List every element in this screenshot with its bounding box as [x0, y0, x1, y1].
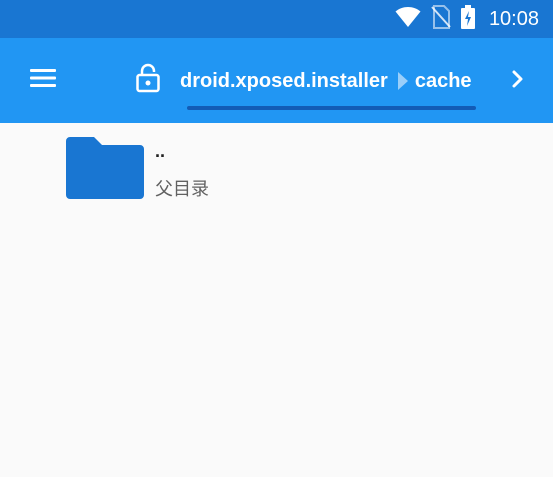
toolbar: droid.xposed.installer cache [0, 38, 553, 123]
status-time: 10:08 [488, 8, 539, 30]
battery-charging-icon [460, 4, 475, 34]
no-sim-icon [431, 4, 451, 34]
wifi-icon [395, 6, 421, 33]
forward-button[interactable] [503, 66, 533, 96]
breadcrumb-scrollbar[interactable] [187, 106, 476, 110]
breadcrumb-item-package[interactable]: droid.xposed.installer [180, 66, 388, 96]
lock-icon [136, 63, 160, 98]
status-icons: 10:08 [395, 4, 539, 34]
menu-icon [30, 68, 56, 93]
breadcrumb-separator-icon [397, 72, 408, 90]
item-description: 父目录 [155, 179, 209, 199]
list-item-parent-directory[interactable]: .. 父目录 [0, 123, 553, 213]
menu-button[interactable] [24, 64, 62, 96]
breadcrumb: droid.xposed.installer cache [180, 66, 472, 96]
breadcrumb-item-cache[interactable]: cache [415, 66, 472, 96]
file-list: .. 父目录 [0, 123, 553, 477]
chevron-right-icon [511, 69, 525, 94]
status-bar: 10:08 [0, 0, 553, 38]
item-name: .. [155, 141, 166, 161]
folder-icon [66, 135, 144, 199]
lock-button[interactable] [132, 62, 164, 98]
